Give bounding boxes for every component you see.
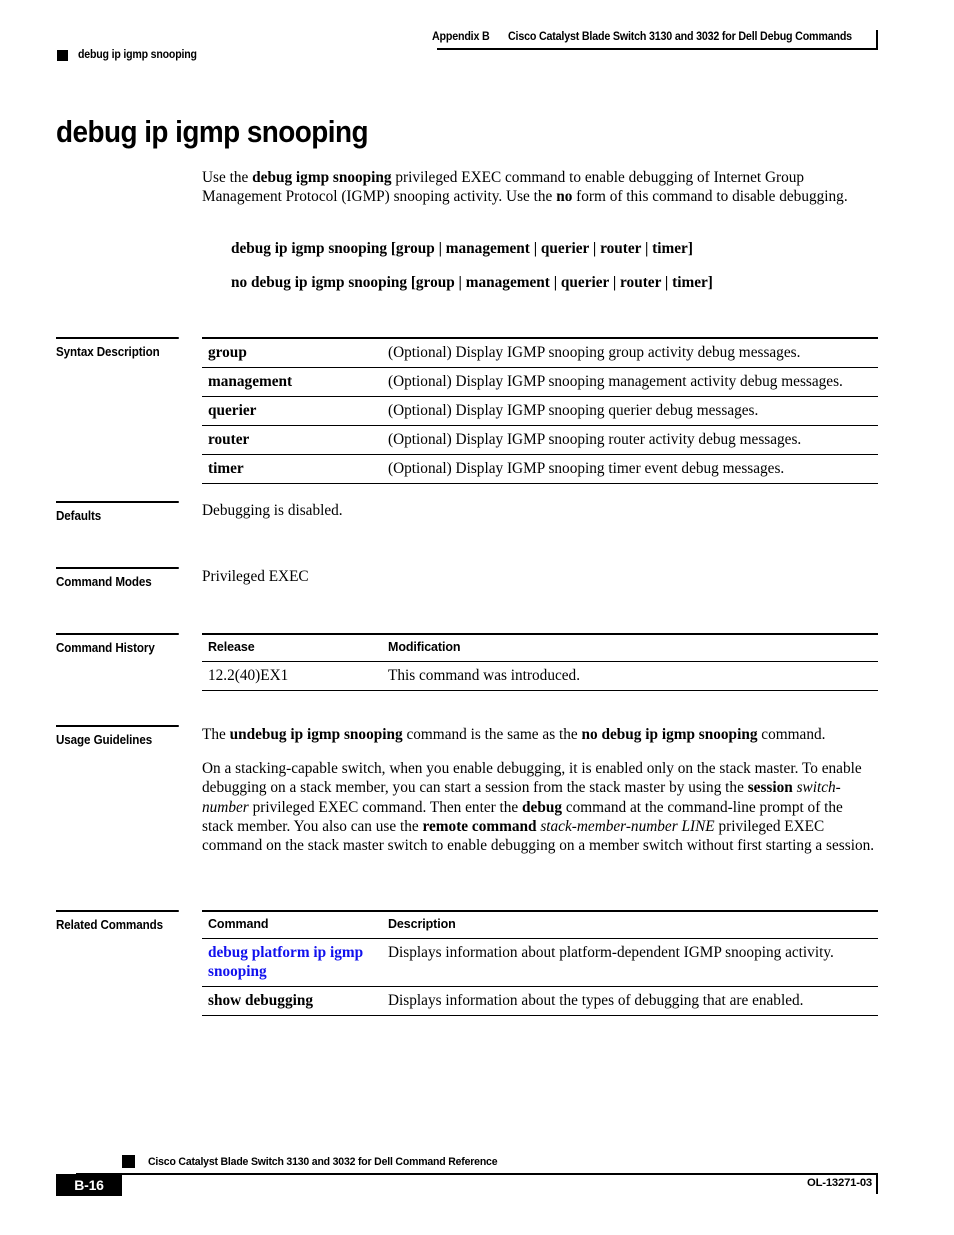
syntax-description: (Optional) Display IGMP snooping managem…	[382, 367, 878, 397]
usage-stack-member-number-italic: stack-member-number LINE	[540, 817, 715, 835]
release-value: 12.2(40)EX1	[202, 661, 382, 691]
document-page: Appendix B Cisco Catalyst Blade Switch 3…	[0, 0, 954, 1235]
footer-rule	[76, 1173, 878, 1175]
header-command-line: debug ip igmp snooping	[57, 49, 207, 61]
syntax-description: (Optional) Display IGMP snooping querier…	[382, 396, 878, 426]
syntax-line-affirmative: debug ip igmp snooping [group | manageme…	[231, 240, 693, 257]
link-debug-platform-ip-igmp-snooping[interactable]: debug platform ip igmp snooping	[208, 944, 363, 980]
syntax-term: timer	[202, 454, 382, 484]
syntax-term: querier	[202, 396, 382, 426]
header-command-name: debug ip igmp snooping	[78, 49, 197, 61]
intro-command-bold: debug igmp snooping	[252, 169, 392, 186]
command-modes-section: Command Modes Privileged EXEC	[0, 567, 954, 589]
intro-section: Use the debug igmp snooping privileged E…	[0, 168, 954, 206]
table-row: show debugging Displays information abou…	[202, 986, 878, 1016]
syntax-term: management	[202, 367, 382, 397]
usage-debug-bold: debug	[522, 798, 563, 816]
header-title-row: Appendix B Cisco Catalyst Blade Switch 3…	[432, 30, 878, 50]
header-book-title: Cisco Catalyst Blade Switch 3130 and 303…	[508, 31, 853, 43]
usage-p1-e: command.	[757, 726, 826, 743]
table-row: group (Optional) Display IGMP snooping g…	[202, 337, 878, 368]
syntax-line-negative: no debug ip igmp snooping [group | manag…	[231, 274, 713, 292]
syntax-description-section: Syntax Description group (Optional) Disp…	[0, 337, 954, 484]
table-row: 12.2(40)EX1 This command was introduced.	[202, 661, 878, 691]
footer-square-bullet-icon	[122, 1155, 135, 1168]
command-history-section: Command History Release Modification 12.…	[0, 633, 954, 691]
usage-undebug-bold: undebug ip igmp snooping	[229, 726, 403, 743]
syntax-section: debug ip igmp snooping [group | manageme…	[0, 239, 954, 292]
footer-document-id: OL-13271-03	[807, 1177, 872, 1189]
usage-guidelines-section: Usage Guidelines The undebug ip igmp sno…	[0, 725, 954, 855]
usage-paragraph-2: On a stacking-capable switch, when you e…	[202, 759, 878, 855]
page-title: debug ip igmp snooping	[56, 114, 369, 149]
intro-text-a: Use the	[202, 169, 253, 186]
table-row: debug platform ip igmp snooping Displays…	[202, 938, 878, 987]
column-header-release: Release	[202, 633, 382, 662]
syntax-description: (Optional) Display IGMP snooping router …	[382, 425, 878, 455]
table-header-row: Command Description	[202, 910, 878, 939]
usage-paragraph-1: The undebug ip igmp snooping command is …	[202, 725, 878, 744]
page-header: Appendix B Cisco Catalyst Blade Switch 3…	[0, 0, 954, 76]
section-label-defaults: Defaults	[56, 501, 179, 524]
usage-p2-e: privileged EXEC command. Then enter the	[248, 798, 523, 816]
header-rule-end-tick	[876, 30, 878, 50]
table-row: router (Optional) Display IGMP snooping …	[202, 425, 878, 455]
related-commands-section: Related Commands Command Description deb…	[0, 910, 954, 1016]
table-header-row: Release Modification	[202, 633, 878, 662]
intro-text-e: form of this command to disable debuggin…	[572, 188, 848, 206]
usage-p1-a: The	[202, 726, 230, 743]
column-header-modification: Modification	[382, 633, 878, 662]
section-label-syntax-description: Syntax Description	[56, 337, 179, 360]
defaults-section: Defaults Debugging is disabled.	[0, 501, 954, 523]
usage-nodebug-bold: no debug ip igmp snooping	[581, 726, 758, 743]
command-modes-text: Privileged EXEC	[202, 568, 309, 585]
header-appendix-label: Appendix B	[432, 31, 490, 43]
section-label-usage-guidelines: Usage Guidelines	[56, 725, 179, 748]
intro-paragraph: Use the debug igmp snooping privileged E…	[202, 168, 878, 206]
usage-session-bold: session	[747, 779, 793, 797]
page-footer: Cisco Catalyst Blade Switch 3130 and 303…	[0, 1155, 954, 1215]
syntax-term: router	[202, 425, 382, 455]
section-label-command-history: Command History	[56, 633, 179, 656]
footer-rule-end-tick	[876, 1174, 878, 1194]
usage-remote-command-bold: remote command	[422, 817, 537, 835]
syntax-description: (Optional) Display IGMP snooping group a…	[382, 337, 878, 368]
footer-page-number: B-16	[56, 1174, 122, 1196]
syntax-description: (Optional) Display IGMP snooping timer e…	[382, 454, 878, 484]
column-header-command: Command	[202, 910, 382, 939]
section-label-related-commands: Related Commands	[56, 910, 179, 933]
column-header-description: Description	[382, 910, 878, 939]
intro-no-bold: no	[556, 188, 573, 206]
table-row: querier (Optional) Display IGMP snooping…	[202, 396, 878, 426]
related-command-description: Displays information about platform-depe…	[382, 938, 878, 987]
table-row: timer (Optional) Display IGMP snooping t…	[202, 454, 878, 484]
syntax-description-table: group (Optional) Display IGMP snooping g…	[202, 337, 878, 484]
related-command-description: Displays information about the types of …	[382, 986, 878, 1016]
modification-value: This command was introduced.	[382, 661, 878, 691]
defaults-text: Debugging is disabled.	[202, 502, 343, 519]
related-command-cell: debug platform ip igmp snooping	[202, 938, 382, 987]
section-label-command-modes: Command Modes	[56, 567, 179, 590]
usage-p1-c: command is the same as the	[402, 726, 582, 743]
related-commands-table: Command Description debug platform ip ig…	[202, 910, 878, 1016]
syntax-term: group	[202, 337, 382, 368]
square-bullet-icon	[57, 49, 68, 61]
footer-book-title: Cisco Catalyst Blade Switch 3130 and 303…	[148, 1156, 498, 1168]
related-command-cell: show debugging	[202, 986, 382, 1016]
command-history-table: Release Modification 12.2(40)EX1 This co…	[202, 633, 878, 691]
table-row: management (Optional) Display IGMP snoop…	[202, 367, 878, 397]
